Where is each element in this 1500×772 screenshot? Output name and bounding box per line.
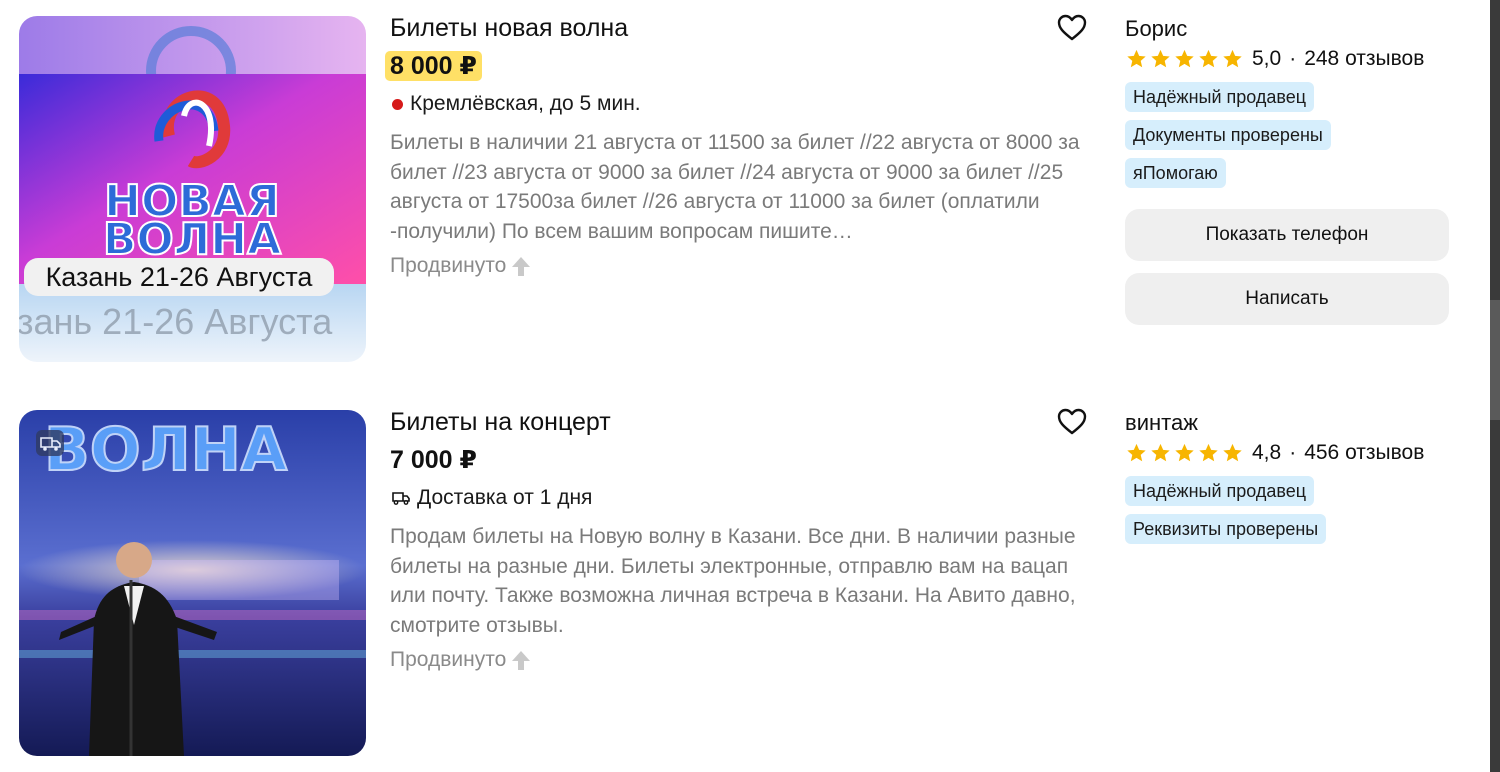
window-edge-strip: [1490, 0, 1500, 772]
listing-location: Кремлёвская, до 5 мин.: [392, 92, 641, 116]
favorite-heart-icon[interactable]: [1057, 408, 1087, 436]
listing-price: 7 000 ₽: [390, 446, 477, 474]
listing-photo[interactable]: ВОЛНА: [19, 410, 366, 756]
reviews-count: 456 отзывов: [1304, 441, 1425, 464]
promoted-label: Продвинуто: [390, 648, 532, 672]
seller-block: Борис 5,0 · 248 отзывов Надёжный продаве…: [1125, 14, 1455, 188]
star-icon: [1199, 443, 1218, 462]
listing-photo-graphic: НОВАЯ ВОЛНА Казань 21-26 Августа зань 21…: [19, 16, 366, 362]
listing-title[interactable]: Билеты на концерт: [390, 408, 611, 437]
delivery-truck-icon: [392, 492, 410, 505]
rating-value: 5,0: [1252, 47, 1282, 70]
star-icon: [1127, 49, 1146, 68]
photo-caption: Казань 21-26 Августа: [46, 262, 314, 292]
rating-stars: [1125, 442, 1244, 464]
star-icon: [1199, 49, 1218, 68]
seller-name[interactable]: винтаж: [1125, 408, 1455, 438]
badge-reliable-seller[interactable]: Надёжный продавец: [1125, 82, 1315, 112]
star-icon: [1151, 443, 1170, 462]
arrow-up-icon: [512, 651, 531, 670]
badge-reliable-seller[interactable]: Надёжный продавец: [1125, 476, 1315, 506]
promoted-text: Продвинуто: [390, 254, 507, 277]
favorite-heart-icon[interactable]: [1057, 14, 1087, 42]
arrow-up-icon: [512, 257, 531, 276]
seller-badges: Надёжный продавец Реквизиты проверены: [1125, 468, 1455, 544]
photo-caption-ghost: зань 21-26 Августа: [19, 301, 333, 342]
star-icon: [1127, 443, 1146, 462]
star-icon: [1175, 443, 1194, 462]
window-edge-shade: [1490, 300, 1500, 420]
listing-title[interactable]: Билеты новая волна: [390, 14, 628, 43]
write-message-button[interactable]: Написать: [1125, 273, 1449, 325]
seller-rating[interactable]: 4,8 · 456 отзывов: [1125, 438, 1455, 468]
seller-block: винтаж 4,8 · 456 отзывов Надёжный продав…: [1125, 408, 1455, 544]
rating-stars: [1125, 48, 1244, 70]
promoted-text: Продвинуто: [390, 648, 507, 671]
logo-line2: ВОЛНА: [103, 214, 281, 265]
seller-badges: Надёжный продавец Документы проверены яП…: [1125, 74, 1455, 188]
star-icon: [1151, 49, 1170, 68]
star-icon: [1223, 443, 1242, 462]
listing-card[interactable]: ВОЛНА Билеты на концерт 7 000 ₽ Доставка…: [0, 408, 1490, 760]
metro-dot-icon: [392, 98, 403, 110]
listing-card[interactable]: НОВАЯ ВОЛНА Казань 21-26 Августа зань 21…: [0, 14, 1490, 366]
reviews-count: 248 отзывов: [1304, 47, 1425, 70]
listing-photo-graphic: ВОЛНА: [19, 410, 366, 756]
rating-separator: ·: [1289, 441, 1297, 464]
listing-description: Продам билеты на Новую волну в Казани. В…: [390, 525, 1076, 637]
badge-ya-pomogayu[interactable]: яПомогаю: [1125, 158, 1226, 188]
listing-photo[interactable]: НОВАЯ ВОЛНА Казань 21-26 Августа зань 21…: [19, 16, 366, 362]
show-phone-button[interactable]: Показать телефон: [1125, 209, 1449, 261]
seller-name[interactable]: Борис: [1125, 14, 1455, 44]
badge-documents-verified[interactable]: Документы проверены: [1125, 120, 1331, 150]
star-icon: [1175, 49, 1194, 68]
metro-station-label: Кремлёвская, до 5 мин.: [410, 92, 641, 115]
listing-price: 8 000 ₽: [385, 51, 482, 81]
rating-value: 4,8: [1252, 441, 1282, 464]
rating-separator: ·: [1289, 47, 1297, 70]
delivery-label: Доставка от 1 дня: [417, 486, 593, 509]
badge-requisites-verified[interactable]: Реквизиты проверены: [1125, 514, 1327, 544]
star-icon: [1223, 49, 1242, 68]
seller-rating[interactable]: 5,0 · 248 отзывов: [1125, 44, 1455, 74]
promoted-label: Продвинуто: [390, 254, 532, 278]
listing-delivery: Доставка от 1 дня: [392, 486, 592, 510]
listing-description: Билеты в наличии 21 августа от 11500 за …: [390, 131, 1080, 243]
banner-text: ВОЛНА: [44, 415, 288, 485]
